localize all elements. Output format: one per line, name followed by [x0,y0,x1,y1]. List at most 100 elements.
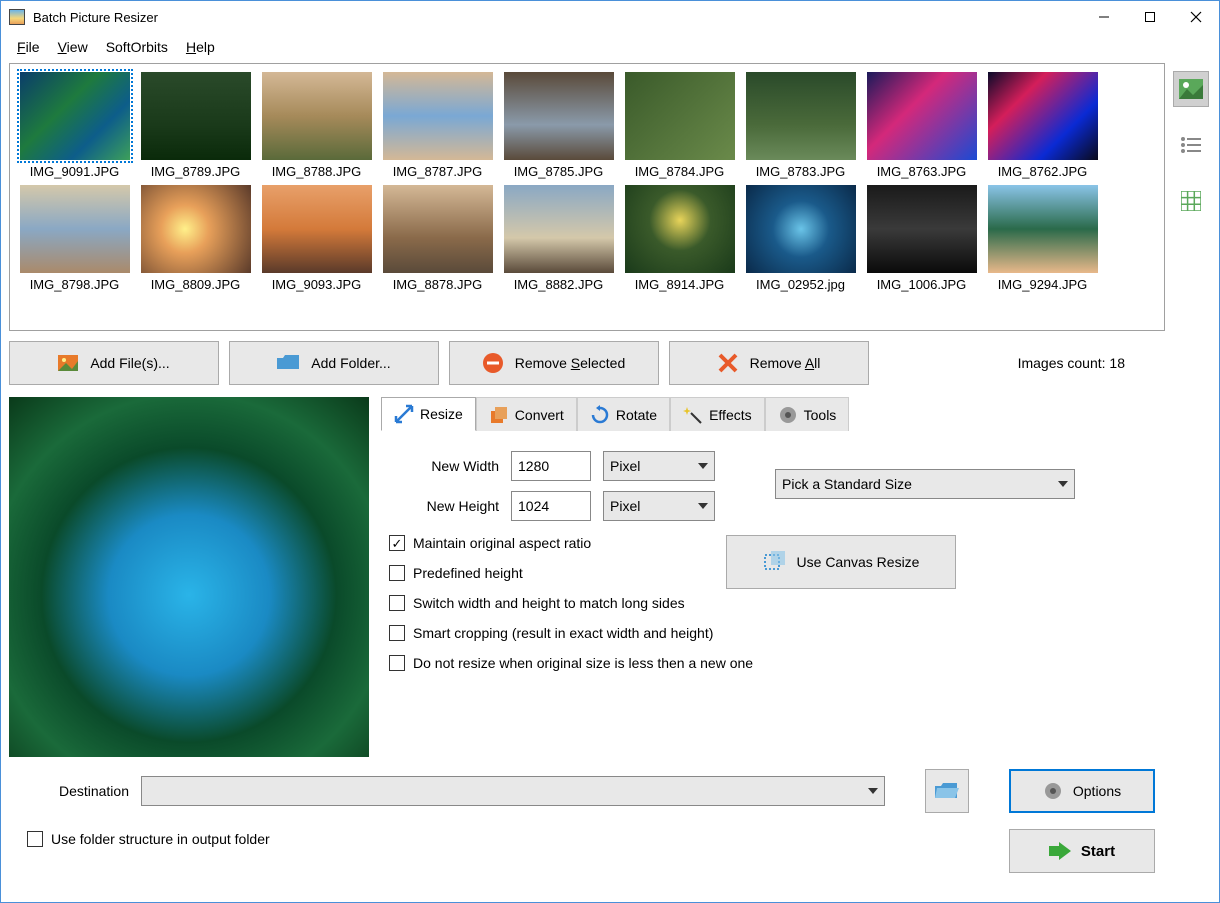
grid-icon [1181,191,1201,211]
thumbnail-item[interactable]: IMG_8809.JPG [135,183,256,294]
thumbnail-image [746,185,856,273]
start-arrow-icon [1049,842,1071,860]
folder-structure-label: Use folder structure in output folder [51,831,270,847]
menu-file-rest: ile [26,39,40,55]
thumbnail-item[interactable]: IMG_8882.JPG [498,183,619,294]
standard-size-combo[interactable]: Pick a Standard Size [775,469,1075,499]
minimize-button[interactable] [1081,1,1127,33]
menu-view[interactable]: View [52,37,94,57]
width-unit-combo[interactable]: Pixel [603,451,715,481]
view-thumbnails-button[interactable] [1173,71,1209,107]
thumbnail-item[interactable]: IMG_8785.JPG [498,70,619,181]
thumbnail-item[interactable]: IMG_02952.jpg [740,183,861,294]
remove-icon [483,353,503,373]
thumbnail-label: IMG_8798.JPG [16,277,133,292]
thumbnail-label: IMG_8783.JPG [742,164,859,179]
browse-folder-button[interactable] [925,769,969,813]
smart-crop-label: Smart cropping (result in exact width an… [413,625,713,641]
canvas-resize-label: Use Canvas Resize [797,554,920,570]
canvas-icon [763,551,785,573]
menu-help[interactable]: Help [180,37,221,57]
predefined-height-checkbox[interactable] [389,565,405,581]
image-icon [58,355,78,371]
thumbnail-label: IMG_8788.JPG [258,164,375,179]
thumbnail-item[interactable]: IMG_8788.JPG [256,70,377,181]
no-resize-smaller-checkbox[interactable] [389,655,405,671]
tab-rotate[interactable]: Rotate [577,397,670,431]
no-resize-smaller-label: Do not resize when original size is less… [413,655,753,671]
thumbnail-image [141,185,251,273]
chevron-down-icon [698,463,708,469]
tab-effects[interactable]: Effects [670,397,765,431]
thumbnail-item[interactable]: IMG_9093.JPG [256,183,377,294]
rotate-icon [590,405,610,425]
smart-crop-checkbox[interactable] [389,625,405,641]
add-files-button[interactable]: Add File(s)... [9,341,219,385]
thumbnail-image [504,185,614,273]
menu-softorbits[interactable]: SoftOrbits [100,37,174,57]
convert-icon [489,405,509,425]
thumbnail-item[interactable]: IMG_8914.JPG [619,183,740,294]
tab-resize[interactable]: Resize [381,397,476,431]
list-icon [1181,137,1201,153]
thumbnail-item[interactable]: IMG_8878.JPG [377,183,498,294]
thumbnail-label: IMG_9294.JPG [984,277,1101,292]
menu-file[interactable]: File [11,37,46,57]
height-unit-combo[interactable]: Pixel [603,491,715,521]
thumbnail-label: IMG_9093.JPG [258,277,375,292]
picture-icon [1179,79,1203,99]
options-label: Options [1073,783,1121,799]
thumbnail-label: IMG_8789.JPG [137,164,254,179]
new-width-label: New Width [389,458,499,474]
new-height-input[interactable] [511,491,591,521]
switch-wh-label: Switch width and height to match long si… [413,595,685,611]
options-button[interactable]: Options [1009,769,1155,813]
thumbnail-item[interactable]: IMG_8763.JPG [861,70,982,181]
thumbnail-item[interactable]: IMG_8798.JPG [14,183,135,294]
start-label: Start [1081,843,1115,860]
app-icon [9,9,25,25]
thumbnail-label: IMG_8914.JPG [621,277,738,292]
titlebar: Batch Picture Resizer [1,1,1219,33]
remove-all-button[interactable]: Remove All [669,341,869,385]
close-button[interactable] [1173,1,1219,33]
maximize-button[interactable] [1127,1,1173,33]
maintain-ratio-checkbox[interactable] [389,535,405,551]
folder-structure-checkbox[interactable] [27,831,43,847]
canvas-resize-button[interactable]: Use Canvas Resize [726,535,956,589]
thumbnail-item[interactable]: IMG_1006.JPG [861,183,982,294]
destination-combo[interactable] [141,776,885,806]
start-button[interactable]: Start [1009,829,1155,873]
tabs: Resize Convert Rotate Effects [381,397,1165,431]
chevron-down-icon [868,788,878,794]
menubar: File View SoftOrbits Help [1,33,1219,63]
thumbnail-image [867,185,977,273]
view-grid-button[interactable] [1173,183,1209,219]
thumbnail-label: IMG_9091.JPG [16,164,133,179]
remove-selected-button[interactable]: Remove Selected [449,341,659,385]
thumbnail-item[interactable]: IMG_9294.JPG [982,183,1103,294]
predefined-height-label: Predefined height [413,565,523,581]
thumbnail-item[interactable]: IMG_9091.JPG [14,70,135,181]
view-list-button[interactable] [1173,127,1209,163]
thumbnail-image [383,72,493,160]
thumbnail-panel: IMG_9091.JPGIMG_8789.JPGIMG_8788.JPGIMG_… [9,63,1165,331]
new-width-input[interactable] [511,451,591,481]
thumbnail-item[interactable]: IMG_8783.JPG [740,70,861,181]
action-row: Add File(s)... Add Folder... Remove Sele… [9,331,1165,385]
thumbnail-item[interactable]: IMG_8787.JPG [377,70,498,181]
tab-convert[interactable]: Convert [476,397,577,431]
thumbnail-label: IMG_8762.JPG [984,164,1101,179]
switch-wh-checkbox[interactable] [389,595,405,611]
thumbnail-item[interactable]: IMG_8762.JPG [982,70,1103,181]
tab-tools[interactable]: Tools [765,397,850,431]
thumbnail-image [504,72,614,160]
thumbnail-item[interactable]: IMG_8789.JPG [135,70,256,181]
add-folder-button[interactable]: Add Folder... [229,341,439,385]
window-title: Batch Picture Resizer [33,10,1081,25]
thumbnail-item[interactable]: IMG_8784.JPG [619,70,740,181]
maintain-ratio-label: Maintain original aspect ratio [413,535,591,551]
destination-label: Destination [19,783,129,799]
thumbnail-image [625,72,735,160]
tools-icon [778,405,798,425]
